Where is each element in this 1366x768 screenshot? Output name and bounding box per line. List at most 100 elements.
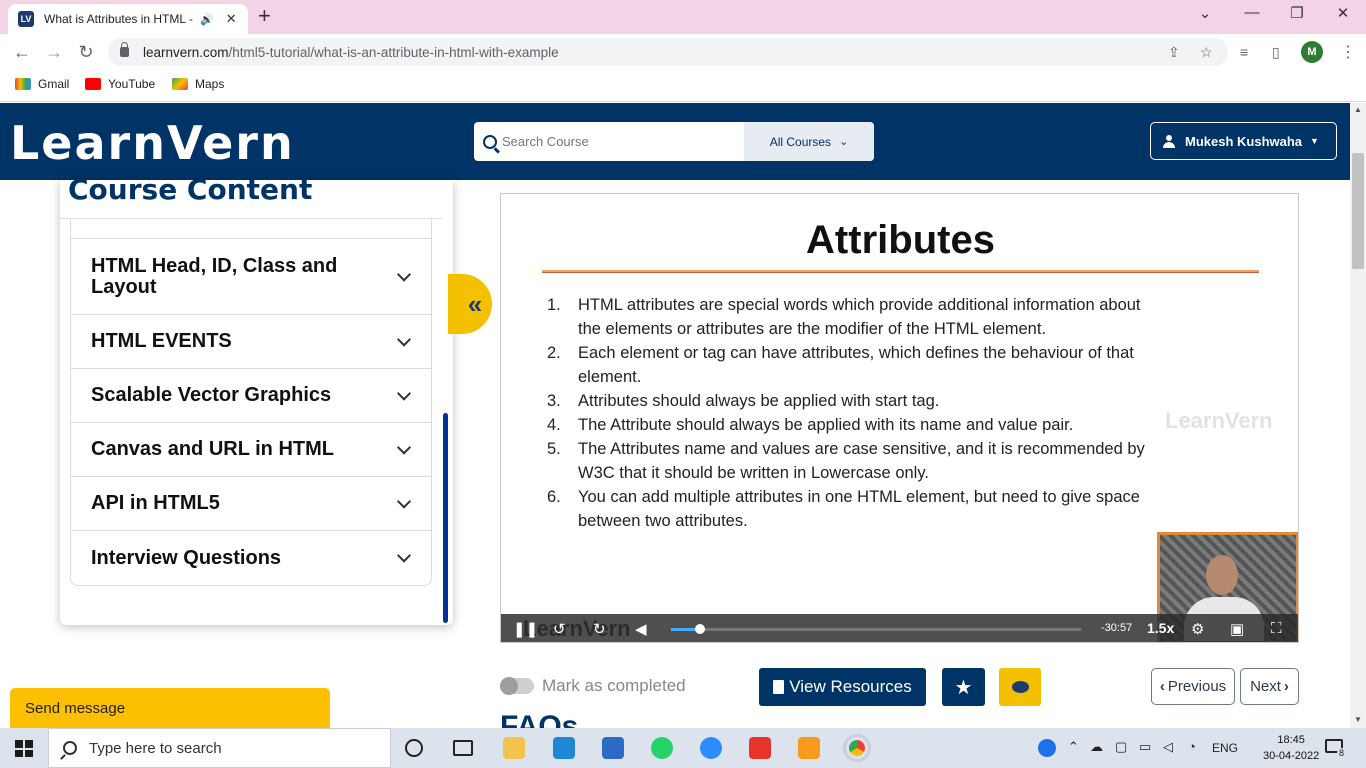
section-html-head-id-class-layout[interactable]: HTML Head, ID, Class and Layout xyxy=(71,239,431,315)
youtube-icon xyxy=(85,78,101,90)
presenter-head xyxy=(1206,555,1238,595)
learnvern-logo[interactable]: LearnVern xyxy=(10,116,295,170)
picture-in-picture-icon[interactable]: ▣ xyxy=(1230,620,1244,638)
favorite-button[interactable]: ★ xyxy=(942,668,985,706)
windows-taskbar: Type here to search ⌃ ☁ ▢ ▭ ◁ ◔ ENG 18:4… xyxy=(0,728,1366,768)
previous-button[interactable]: ‹ Previous xyxy=(1151,668,1235,705)
tab-title: What is Attributes in HTML - xyxy=(44,12,193,26)
sublime-text-icon[interactable] xyxy=(798,737,820,759)
course-section-list: HTML Head, ID, Class and Layout HTML EVE… xyxy=(70,218,432,586)
maps-icon xyxy=(172,78,188,90)
vscode-icon[interactable] xyxy=(553,737,575,759)
gear-icon[interactable]: ⚙ xyxy=(1191,620,1204,638)
section-html-events[interactable]: HTML EVENTS xyxy=(71,315,431,369)
task-view-icon[interactable] xyxy=(453,740,473,756)
taskbar-search[interactable]: Type here to search xyxy=(48,728,391,768)
show-hidden-icons-chevron-icon[interactable]: ⌃ xyxy=(1068,739,1079,755)
bookmark-maps[interactable]: Maps xyxy=(172,77,224,91)
meet-now-icon[interactable]: ▢ xyxy=(1115,739,1127,755)
file-explorer-icon[interactable] xyxy=(503,737,525,759)
url-text: learnvern.com/html5-tutorial/what-is-an-… xyxy=(143,44,559,60)
browser-tab-strip: LV What is Attributes in HTML - 🔊 ✕ + ⌄ … xyxy=(0,0,1366,34)
whatsapp-icon[interactable] xyxy=(651,737,673,759)
wps-office-icon[interactable] xyxy=(749,737,771,759)
zoom-icon[interactable] xyxy=(700,737,722,759)
reload-icon[interactable]: ↻ xyxy=(76,42,96,63)
bookmark-star-icon[interactable]: ☆ xyxy=(1200,44,1213,61)
language-indicator[interactable]: ENG xyxy=(1212,741,1238,755)
help-icon[interactable] xyxy=(1038,739,1056,757)
page-scrollbar[interactable]: ▲ ▼ xyxy=(1350,103,1366,728)
tab-search-chevron-icon[interactable]: ⌄ xyxy=(1195,4,1215,22)
close-window-button[interactable]: ✕ xyxy=(1333,4,1353,22)
share-icon[interactable]: ⇪ xyxy=(1168,44,1180,61)
audio-playing-icon[interactable]: 🔊 xyxy=(200,13,214,26)
volume-icon[interactable]: ◀ xyxy=(635,620,647,638)
section-canvas-and-url[interactable]: Canvas and URL in HTML xyxy=(71,423,431,477)
bookmark-youtube[interactable]: YouTube xyxy=(85,77,155,91)
browser-menu-icon[interactable]: ⋮ xyxy=(1340,42,1356,62)
search-icon[interactable] xyxy=(483,134,497,149)
forward-arrow-icon[interactable]: → xyxy=(44,42,64,63)
cortana-icon[interactable] xyxy=(405,739,423,757)
double-chevron-left-icon: « xyxy=(467,289,483,319)
video-watermark: LearnVern xyxy=(1165,408,1273,433)
send-message-button[interactable]: Send message xyxy=(10,688,330,728)
new-tab-button[interactable]: + xyxy=(258,5,271,27)
section-api-in-html5[interactable]: API in HTML5 xyxy=(71,477,431,531)
volume-icon[interactable]: ◁ xyxy=(1163,739,1173,755)
minimize-button[interactable]: — xyxy=(1242,4,1262,21)
rewind-icon[interactable]: ↺ xyxy=(553,620,566,638)
windows-start-icon[interactable] xyxy=(15,740,33,757)
next-button[interactable]: Next › xyxy=(1240,668,1299,705)
page-scroll-thumb[interactable] xyxy=(1352,153,1364,269)
scroll-up-arrow-icon[interactable]: ▲ xyxy=(1354,105,1362,114)
onedrive-icon[interactable]: ☁ xyxy=(1090,739,1103,755)
control-panel-icon[interactable] xyxy=(602,737,624,759)
bookmarks-bar: Gmail YouTube Maps xyxy=(0,72,1366,102)
all-courses-dropdown[interactable]: All Courses ⌄ xyxy=(744,122,874,161)
discussion-button[interactable] xyxy=(999,668,1041,706)
mark-completed-toggle[interactable] xyxy=(500,677,534,695)
side-panel-icon[interactable]: ▯ xyxy=(1272,44,1280,61)
chat-bubble-icon xyxy=(1011,681,1029,693)
forward-icon[interactable]: ↻ xyxy=(593,620,606,638)
section-scalable-vector-graphics[interactable]: Scalable Vector Graphics xyxy=(71,369,431,423)
search-input[interactable] xyxy=(502,134,742,149)
media-queue-icon[interactable]: ≡ xyxy=(1240,44,1248,60)
back-arrow-icon[interactable]: ← xyxy=(12,42,32,63)
fullscreen-icon[interactable]: ⛶ xyxy=(1271,620,1282,637)
wifi-icon[interactable]: ◔ xyxy=(1188,739,1196,754)
slide-points: 1. HTML attributes are special words whic… xyxy=(547,293,1167,533)
faq-heading: FAQs xyxy=(500,710,579,729)
chevron-right-icon: › xyxy=(1283,678,1289,695)
battery-icon[interactable]: ▭ xyxy=(1139,739,1151,755)
list-item[interactable] xyxy=(71,218,431,239)
pause-icon[interactable]: ❚❚ xyxy=(513,620,538,638)
lock-icon xyxy=(120,42,129,57)
video-progress-bar[interactable] xyxy=(671,624,1081,634)
list-item: 4. The Attribute should always be applied… xyxy=(547,416,1074,434)
progress-knob[interactable] xyxy=(694,624,705,634)
taskbar-clock[interactable]: 18:45 30-04-2022 xyxy=(1263,732,1319,764)
bookmark-gmail[interactable]: Gmail xyxy=(15,77,69,91)
profile-avatar[interactable]: M xyxy=(1301,41,1323,63)
browser-tab[interactable]: LV What is Attributes in HTML - 🔊 ✕ xyxy=(8,4,248,34)
section-interview-questions[interactable]: Interview Questions xyxy=(71,531,431,585)
scroll-down-arrow-icon[interactable]: ▼ xyxy=(1354,715,1362,724)
playback-speed-button[interactable]: 1.5x xyxy=(1147,620,1174,636)
view-resources-button[interactable]: View Resources xyxy=(759,668,926,706)
address-bar[interactable]: learnvern.com/html5-tutorial/what-is-an-… xyxy=(108,38,1228,66)
restore-button[interactable]: ❐ xyxy=(1287,4,1307,22)
list-item: 3. Attributes should always be applied wi… xyxy=(547,392,940,410)
course-content-panel: Course Content HTML Head, ID, Class and … xyxy=(60,180,453,625)
sidebar-scrollbar[interactable] xyxy=(443,413,448,623)
chrome-icon[interactable] xyxy=(846,737,868,759)
chevron-down-icon xyxy=(396,493,412,509)
user-menu-button[interactable]: Mukesh Kushwaha ▼ xyxy=(1150,122,1337,160)
collapse-sidebar-button[interactable]: « xyxy=(448,274,492,334)
learnvern-favicon-icon: LV xyxy=(18,11,34,27)
video-controls: LearnVern ❚❚ ↺ ↻ ◀ -30:57 1.5x ⚙ ▣ ⛶ xyxy=(501,614,1298,642)
tab-close-icon[interactable]: ✕ xyxy=(226,11,237,27)
video-player[interactable]: Attributes 1. HTML attributes are special… xyxy=(500,193,1299,643)
